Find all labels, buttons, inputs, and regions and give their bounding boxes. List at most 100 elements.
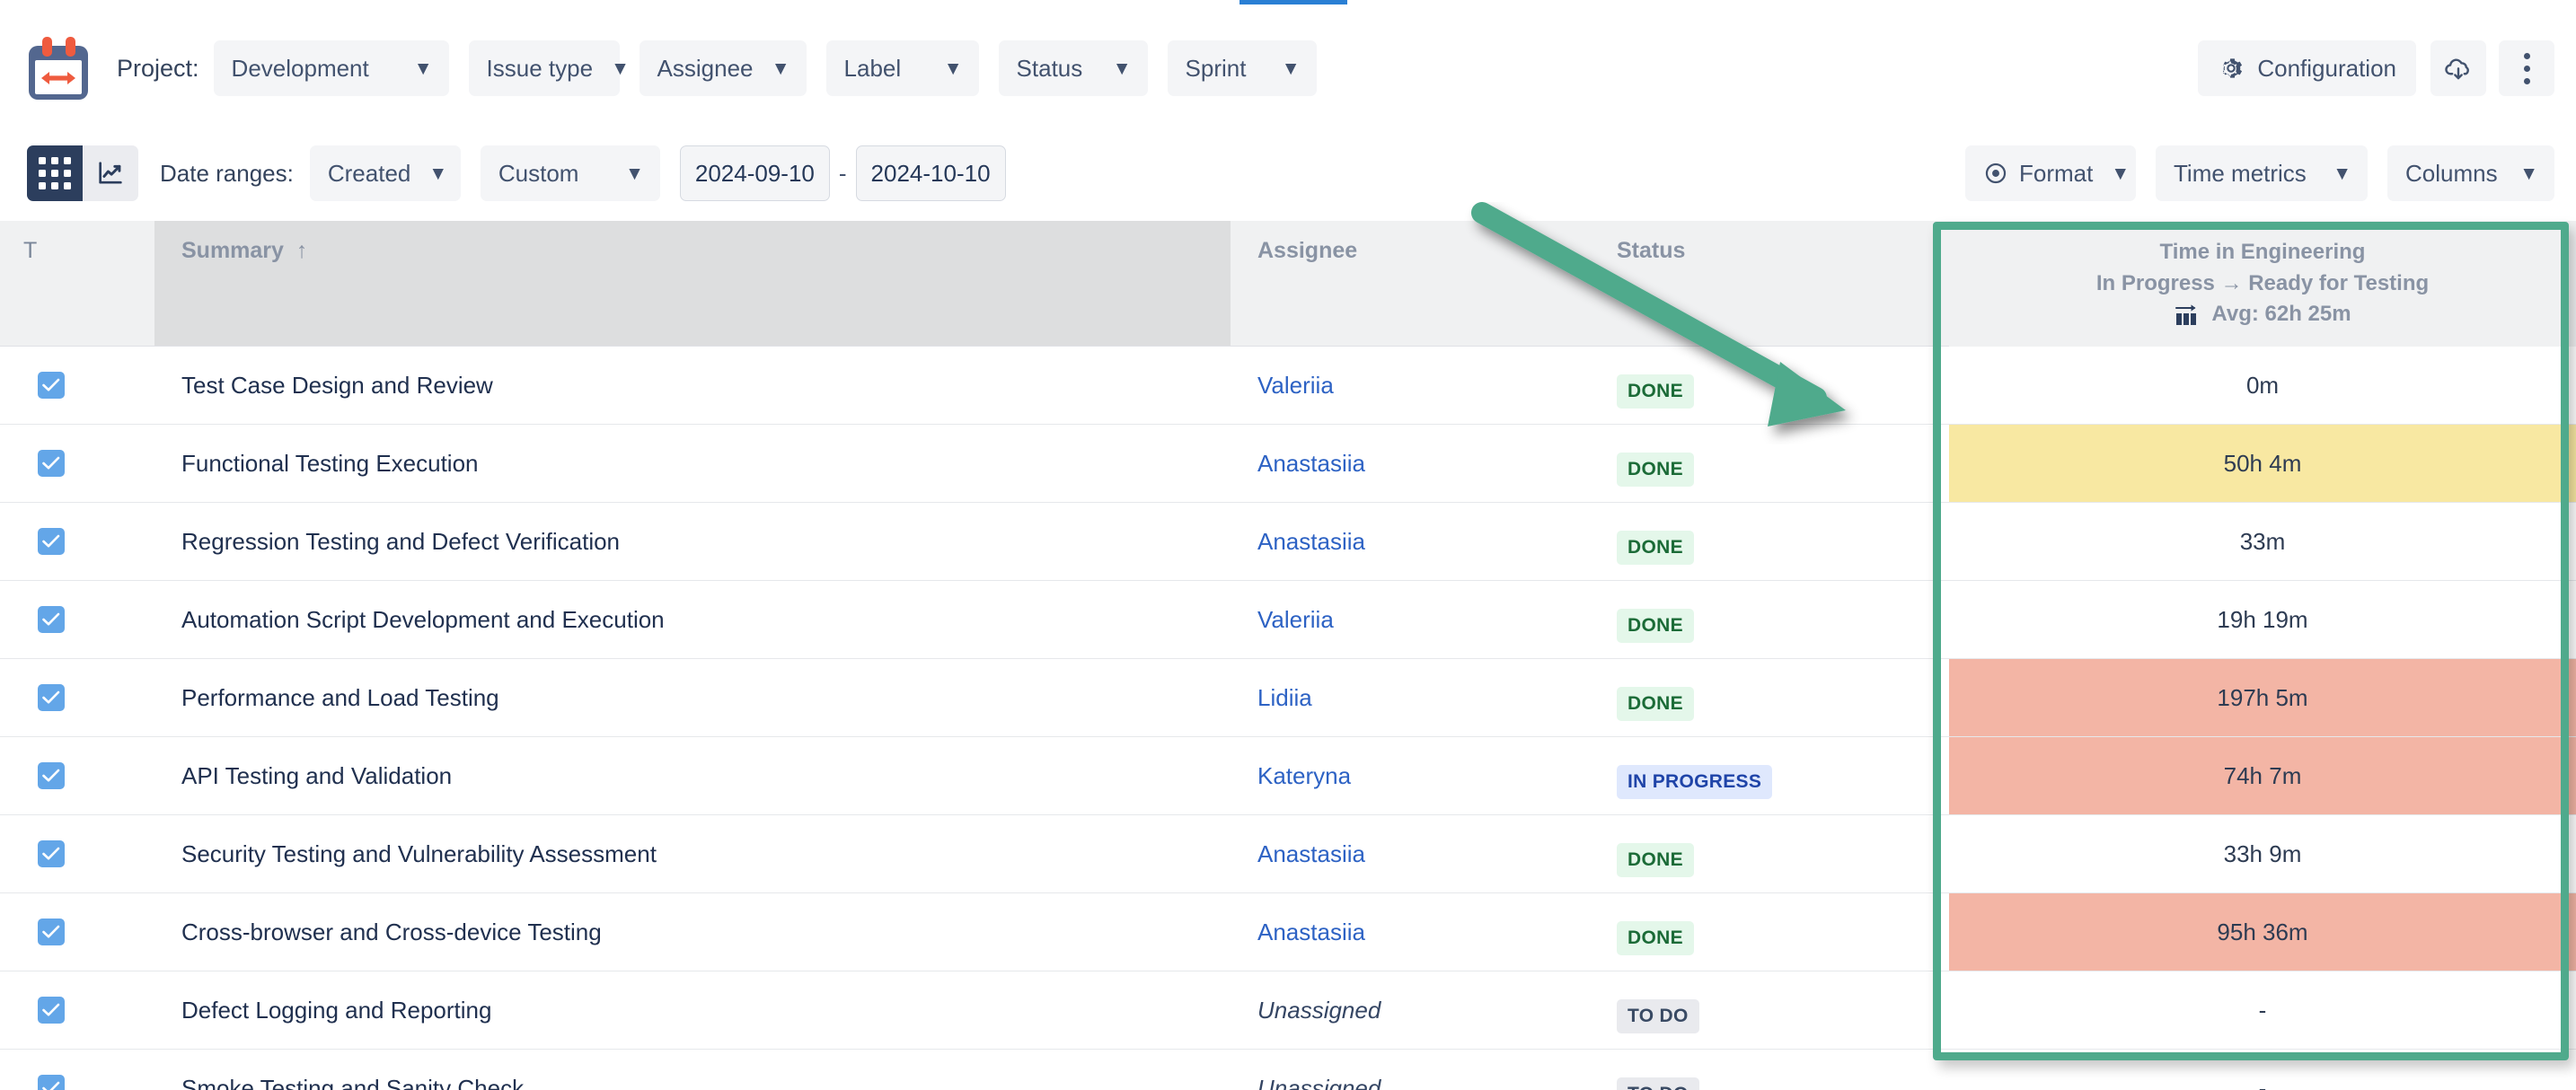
time-value: 33m (1949, 503, 2576, 580)
more-options-button[interactable] (2499, 40, 2554, 96)
table-row[interactable]: Cross-browser and Cross-device Testing An… (0, 893, 2576, 971)
row-checkbox[interactable] (38, 372, 65, 399)
row-checkbox[interactable] (38, 919, 65, 945)
date-from-input[interactable]: 2024-09-10 (680, 145, 830, 201)
table-row[interactable]: Test Case Design and ReviewValeriiaDONE0… (0, 347, 2576, 425)
status-select[interactable]: Status ▼ (999, 40, 1148, 96)
assignee-select[interactable]: Assignee ▼ (640, 40, 807, 96)
project-select[interactable]: Development ▼ (214, 40, 449, 96)
row-checkbox[interactable] (38, 997, 65, 1024)
assignee-link[interactable]: Kateryna (1257, 762, 1351, 790)
row-checkbox[interactable] (38, 528, 65, 555)
column-header-assignee-label: Assignee (1231, 237, 1590, 264)
status-cell: IN PROGRESS (1590, 737, 1949, 815)
status-badge[interactable]: DONE (1617, 921, 1694, 955)
time-value: - (1949, 1050, 2576, 1090)
label-select[interactable]: Label ▼ (826, 40, 979, 96)
date-field-value: Created (328, 160, 411, 188)
status-badge[interactable]: TO DO (1617, 999, 1699, 1033)
row-select-cell (0, 815, 154, 893)
summary-cell[interactable]: Security Testing and Vulnerability Asses… (154, 815, 1231, 893)
row-select-cell (0, 347, 154, 425)
status-badge[interactable]: IN PROGRESS (1617, 765, 1772, 799)
column-header-summary[interactable]: Summary ↑ (154, 221, 1231, 347)
summary-cell[interactable]: Defect Logging and Reporting (154, 971, 1231, 1050)
summary-cell[interactable]: Test Case Design and Review (154, 347, 1231, 425)
date-from-value: 2024-09-10 (695, 160, 815, 188)
row-checkbox[interactable] (38, 684, 65, 711)
row-select-cell (0, 1050, 154, 1090)
summary-cell[interactable]: API Testing and Validation (154, 737, 1231, 815)
status-badge[interactable]: DONE (1617, 374, 1694, 409)
table-row[interactable]: Defect Logging and ReportingUnassignedTO… (0, 971, 2576, 1050)
assignee-link[interactable]: Anastasiia (1257, 528, 1365, 556)
status-badge-wrap: TO DO (1617, 971, 1699, 1050)
summary-cell[interactable]: Automation Script Development and Execut… (154, 581, 1231, 659)
grid-view-button[interactable] (27, 145, 83, 201)
row-checkbox[interactable] (38, 450, 65, 477)
table-row[interactable]: Regression Testing and Defect Verificati… (0, 503, 2576, 581)
chart-view-button[interactable] (83, 145, 138, 201)
table-row[interactable]: Performance and Load Testing Lidiia DONE 19… (0, 659, 2576, 737)
assignee-cell: Valeriia (1231, 581, 1590, 659)
issue-type-select[interactable]: Issue type ▼ (469, 40, 620, 96)
configuration-button[interactable]: Configuration (2198, 40, 2416, 96)
date-to-input[interactable]: 2024-10-10 (856, 145, 1006, 201)
time-in-engineering-cell: 33m (1949, 503, 2576, 581)
row-select-cell (0, 893, 154, 971)
status-badge[interactable]: DONE (1617, 687, 1694, 721)
row-checkbox[interactable] (38, 762, 65, 789)
assignee-cell: Anastasiia (1231, 425, 1590, 503)
column-header-type[interactable]: T (0, 221, 154, 347)
summary-cell[interactable]: Cross-browser and Cross-device Testing (154, 893, 1231, 971)
sprint-select[interactable]: Sprint ▼ (1168, 40, 1317, 96)
summary-cell[interactable]: Regression Testing and Defect Verificati… (154, 503, 1231, 581)
column-header-status[interactable]: Status (1590, 221, 1949, 347)
assignee-link[interactable]: Anastasiia (1257, 840, 1365, 868)
format-select[interactable]: Format ▼ (1965, 145, 2136, 201)
assignee-link[interactable]: Anastasiia (1257, 450, 1365, 478)
status-badge[interactable]: DONE (1617, 609, 1694, 643)
sort-asc-arrow-icon: ↑ (290, 238, 307, 263)
time-value: 197h 5m (1949, 659, 2576, 736)
range-preset-select[interactable]: Custom ▼ (481, 145, 660, 201)
assignee-link[interactable]: Valeriia (1257, 606, 1334, 634)
summary-cell[interactable]: Smoke Testing and Sanity Check (154, 1050, 1231, 1090)
column-header-time-in-engineering[interactable]: Time in Engineering In Progress → Ready … (1949, 221, 2576, 347)
column-header-assignee[interactable]: Assignee (1231, 221, 1590, 347)
table-row[interactable]: Automation Script Development and Execut… (0, 581, 2576, 659)
table-row[interactable]: Smoke Testing and Sanity Check Unassigned… (0, 1050, 2576, 1090)
assignee-cell: Anastasiia (1231, 815, 1590, 893)
time-value: 74h 7m (1949, 737, 2576, 814)
export-button[interactable] (2430, 40, 2486, 96)
time-metrics-select[interactable]: Time metrics ▼ (2156, 145, 2368, 201)
columns-select[interactable]: Columns ▼ (2387, 145, 2554, 201)
check-icon (42, 456, 60, 470)
status-cell: DONE (1590, 659, 1949, 737)
status-badge[interactable]: TO DO (1617, 1077, 1699, 1090)
assignee-unassigned: Unassigned (1257, 1075, 1381, 1090)
row-checkbox[interactable] (38, 606, 65, 633)
date-field-select[interactable]: Created ▼ (310, 145, 461, 201)
status-badge[interactable]: DONE (1617, 531, 1694, 565)
table-row[interactable]: Security Testing and Vulnerability Asses… (0, 815, 2576, 893)
status-badge-wrap: DONE (1617, 347, 1694, 425)
assignee-cell: Anastasiia (1231, 893, 1590, 971)
status-badge[interactable]: DONE (1617, 453, 1694, 487)
status-badge[interactable]: DONE (1617, 843, 1694, 877)
summary-cell[interactable]: Performance and Load Testing (154, 659, 1231, 737)
assignee-link[interactable]: Valeriia (1257, 372, 1334, 400)
sprint-select-value: Sprint (1186, 55, 1247, 83)
view-toggle-group (27, 145, 138, 201)
row-checkbox[interactable] (38, 1075, 65, 1090)
chevron-down-icon: ▼ (2111, 164, 2130, 183)
row-checkbox[interactable] (38, 840, 65, 867)
assignee-link[interactable]: Lidiia (1257, 684, 1312, 712)
table-row[interactable]: Functional Testing Execution Anastasiia DO… (0, 425, 2576, 503)
time-value: 33h 9m (1949, 815, 2576, 892)
assignee-link[interactable]: Anastasiia (1257, 919, 1365, 946)
chevron-down-icon: ▼ (2333, 164, 2351, 183)
summary-cell[interactable]: Functional Testing Execution (154, 425, 1231, 503)
status-cell: DONE (1590, 503, 1949, 581)
table-row[interactable]: API Testing and Validation Kateryna IN PRO… (0, 737, 2576, 815)
